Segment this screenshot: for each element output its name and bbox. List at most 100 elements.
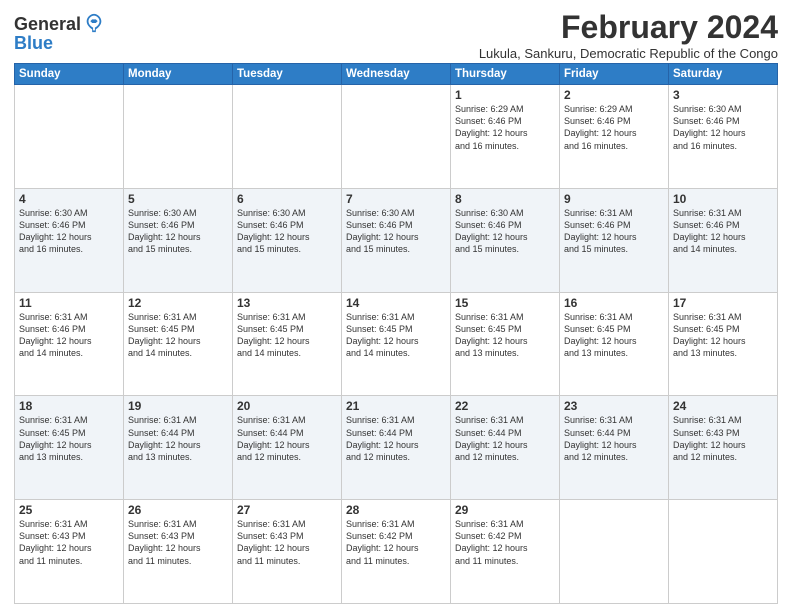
table-row: 12Sunrise: 6:31 AM Sunset: 6:45 PM Dayli… [124,292,233,396]
table-row [669,500,778,604]
day-info: Sunrise: 6:31 AM Sunset: 6:45 PM Dayligh… [346,311,446,360]
table-row: 25Sunrise: 6:31 AM Sunset: 6:43 PM Dayli… [15,500,124,604]
day-info: Sunrise: 6:31 AM Sunset: 6:43 PM Dayligh… [128,518,228,567]
logo-text-general: General [14,15,81,35]
day-number: 11 [19,296,119,310]
day-number: 19 [128,399,228,413]
day-number: 6 [237,192,337,206]
table-row: 24Sunrise: 6:31 AM Sunset: 6:43 PM Dayli… [669,396,778,500]
calendar-table: Sunday Monday Tuesday Wednesday Thursday… [14,63,778,604]
table-row: 5Sunrise: 6:30 AM Sunset: 6:46 PM Daylig… [124,188,233,292]
table-row: 9Sunrise: 6:31 AM Sunset: 6:46 PM Daylig… [560,188,669,292]
table-row: 8Sunrise: 6:30 AM Sunset: 6:46 PM Daylig… [451,188,560,292]
day-info: Sunrise: 6:31 AM Sunset: 6:44 PM Dayligh… [455,414,555,463]
day-info: Sunrise: 6:31 AM Sunset: 6:44 PM Dayligh… [237,414,337,463]
logo-text-blue: Blue [14,34,53,54]
day-info: Sunrise: 6:31 AM Sunset: 6:46 PM Dayligh… [19,311,119,360]
day-info: Sunrise: 6:31 AM Sunset: 6:44 PM Dayligh… [564,414,664,463]
logo: General Blue [14,14,105,54]
day-number: 13 [237,296,337,310]
day-number: 29 [455,503,555,517]
day-number: 7 [346,192,446,206]
day-info: Sunrise: 6:30 AM Sunset: 6:46 PM Dayligh… [455,207,555,256]
table-row: 14Sunrise: 6:31 AM Sunset: 6:45 PM Dayli… [342,292,451,396]
table-row: 18Sunrise: 6:31 AM Sunset: 6:45 PM Dayli… [15,396,124,500]
header-sunday: Sunday [15,64,124,85]
table-row: 28Sunrise: 6:31 AM Sunset: 6:42 PM Dayli… [342,500,451,604]
header-tuesday: Tuesday [233,64,342,85]
table-row [560,500,669,604]
day-info: Sunrise: 6:30 AM Sunset: 6:46 PM Dayligh… [128,207,228,256]
day-info: Sunrise: 6:29 AM Sunset: 6:46 PM Dayligh… [455,103,555,152]
table-row: 27Sunrise: 6:31 AM Sunset: 6:43 PM Dayli… [233,500,342,604]
day-number: 24 [673,399,773,413]
table-row: 26Sunrise: 6:31 AM Sunset: 6:43 PM Dayli… [124,500,233,604]
day-info: Sunrise: 6:31 AM Sunset: 6:45 PM Dayligh… [564,311,664,360]
table-row: 7Sunrise: 6:30 AM Sunset: 6:46 PM Daylig… [342,188,451,292]
day-number: 21 [346,399,446,413]
header: General Blue February 2024 Lukula, Sanku… [14,10,778,61]
table-row [342,85,451,189]
day-number: 26 [128,503,228,517]
table-row: 23Sunrise: 6:31 AM Sunset: 6:44 PM Dayli… [560,396,669,500]
table-row [233,85,342,189]
table-row: 15Sunrise: 6:31 AM Sunset: 6:45 PM Dayli… [451,292,560,396]
table-row: 17Sunrise: 6:31 AM Sunset: 6:45 PM Dayli… [669,292,778,396]
day-number: 20 [237,399,337,413]
table-row: 16Sunrise: 6:31 AM Sunset: 6:45 PM Dayli… [560,292,669,396]
day-number: 4 [19,192,119,206]
day-info: Sunrise: 6:31 AM Sunset: 6:45 PM Dayligh… [19,414,119,463]
day-info: Sunrise: 6:31 AM Sunset: 6:44 PM Dayligh… [346,414,446,463]
day-info: Sunrise: 6:30 AM Sunset: 6:46 PM Dayligh… [237,207,337,256]
page: General Blue February 2024 Lukula, Sanku… [0,0,792,612]
day-number: 10 [673,192,773,206]
day-number: 23 [564,399,664,413]
day-info: Sunrise: 6:31 AM Sunset: 6:43 PM Dayligh… [673,414,773,463]
day-info: Sunrise: 6:31 AM Sunset: 6:42 PM Dayligh… [455,518,555,567]
calendar-week-1: 1Sunrise: 6:29 AM Sunset: 6:46 PM Daylig… [15,85,778,189]
calendar-week-5: 25 Sunrise: 6:31 AM Sunset: 6:43 PM Dayli… [15,500,778,604]
table-row: 10Sunrise: 6:31 AM Sunset: 6:46 PM Dayli… [669,188,778,292]
header-monday: Monday [124,64,233,85]
calendar-week-4: 18Sunrise: 6:31 AM Sunset: 6:45 PM Dayli… [15,396,778,500]
calendar-week-3: 11Sunrise: 6:31 AM Sunset: 6:46 PM Dayli… [15,292,778,396]
header-wednesday: Wednesday [342,64,451,85]
day-info: Sunrise: 6:31 AM Sunset: 6:45 PM Dayligh… [673,311,773,360]
table-row: 4Sunrise: 6:30 AM Sunset: 6:46 PM Daylig… [15,188,124,292]
table-row: 2Sunrise: 6:29 AM Sunset: 6:46 PM Daylig… [560,85,669,189]
day-number: 16 [564,296,664,310]
day-info: Sunrise: 6:30 AM Sunset: 6:46 PM Dayligh… [19,207,119,256]
location: Lukula, Sankuru, Democratic Republic of … [479,46,778,61]
day-number: 28 [346,503,446,517]
day-info: Sunrise: 6:31 AM Sunset: 6:45 PM Dayligh… [128,311,228,360]
day-number: 2 [564,88,664,102]
day-info: Sunrise: 6:31 AM Sunset: 6:44 PM Dayligh… [128,414,228,463]
table-row: 13Sunrise: 6:31 AM Sunset: 6:45 PM Dayli… [233,292,342,396]
day-info: Sunrise: 6:30 AM Sunset: 6:46 PM Dayligh… [673,103,773,152]
day-info: Sunrise: 6:31 AM Sunset: 6:46 PM Dayligh… [673,207,773,256]
header-thursday: Thursday [451,64,560,85]
table-row: 19Sunrise: 6:31 AM Sunset: 6:44 PM Dayli… [124,396,233,500]
table-row [124,85,233,189]
day-number: 1 [455,88,555,102]
table-row: 1Sunrise: 6:29 AM Sunset: 6:46 PM Daylig… [451,85,560,189]
day-info: Sunrise: 6:31 AM Sunset: 6:46 PM Dayligh… [564,207,664,256]
day-number: 5 [128,192,228,206]
month-title: February 2024 [479,10,778,45]
day-info: Sunrise: 6:31 AM Sunset: 6:45 PM Dayligh… [237,311,337,360]
table-row: 22Sunrise: 6:31 AM Sunset: 6:44 PM Dayli… [451,396,560,500]
day-info: Sunrise: 6:29 AM Sunset: 6:46 PM Dayligh… [564,103,664,152]
day-number: 18 [19,399,119,413]
day-number: 14 [346,296,446,310]
day-number: 25 [19,503,119,517]
day-info: Sunrise: 6:31 AM Sunset: 6:42 PM Dayligh… [346,518,446,567]
day-info: Sunrise: 6:31 AM Sunset: 6:45 PM Dayligh… [455,311,555,360]
day-number: 17 [673,296,773,310]
day-info: Sunrise: 6:30 AM Sunset: 6:46 PM Dayligh… [346,207,446,256]
day-number: 27 [237,503,337,517]
day-number: 8 [455,192,555,206]
table-row: 29Sunrise: 6:31 AM Sunset: 6:42 PM Dayli… [451,500,560,604]
table-row: 11Sunrise: 6:31 AM Sunset: 6:46 PM Dayli… [15,292,124,396]
logo-icon [83,12,105,34]
header-saturday: Saturday [669,64,778,85]
